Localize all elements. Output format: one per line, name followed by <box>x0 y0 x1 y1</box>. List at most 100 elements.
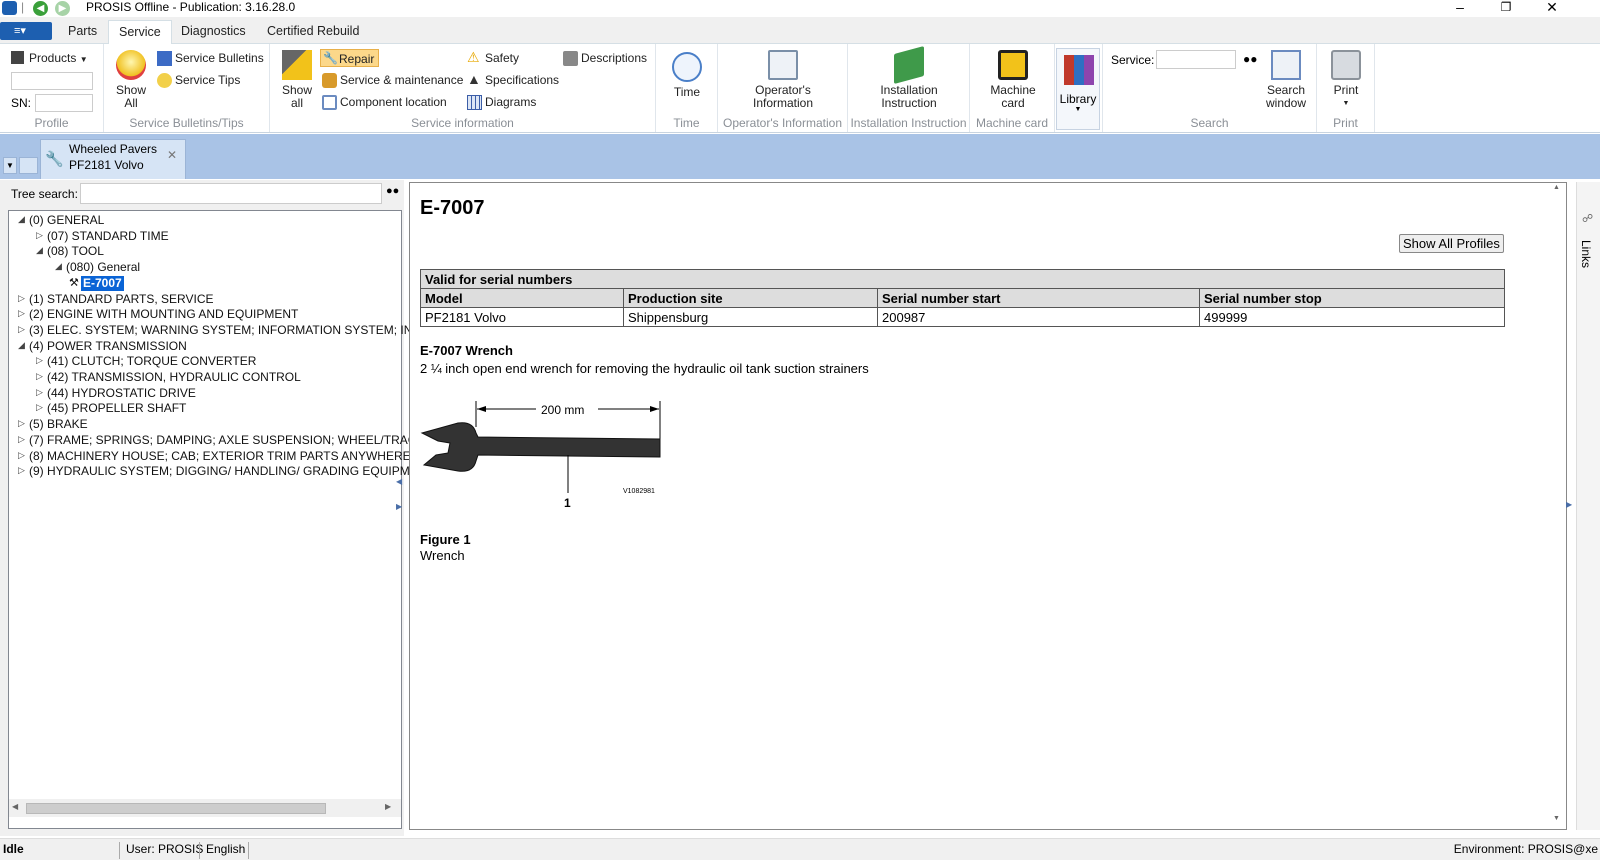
tree-collapse-icon[interactable]: ◢ <box>18 340 25 351</box>
tree-node-selected[interactable]: E-7007 <box>81 275 124 291</box>
library-button[interactable]: Library ▼ <box>1056 48 1100 130</box>
tree-collapse-icon[interactable]: ◢ <box>18 214 25 225</box>
serial-table-wrapper: Valid for serial numbers Model Productio… <box>420 269 1505 327</box>
tab-close-icon[interactable]: ✕ <box>167 148 177 162</box>
back-icon[interactable]: ◀ <box>33 1 48 16</box>
scroll-thumb[interactable] <box>26 803 326 814</box>
group-label-service-information: Service information <box>411 116 514 130</box>
tree-node[interactable]: (08) TOOL <box>47 244 104 259</box>
tree-search-binoculars-icon[interactable]: ●● <box>386 185 399 197</box>
splitter-arrow-right-icon[interactable]: ▶ <box>396 502 402 511</box>
forward-icon[interactable]: ▶ <box>55 1 70 16</box>
tree-node[interactable]: (41) CLUTCH; TORQUE CONVERTER <box>47 354 256 369</box>
installation-instruction-button[interactable]: Installation Instruction <box>864 45 954 110</box>
installation-label-2: Instruction <box>881 96 937 110</box>
products-dropdown[interactable]: Products ▼ <box>11 49 88 67</box>
tab-certified-rebuild[interactable]: Certified Rebuild <box>257 20 369 44</box>
scroll-left-icon[interactable]: ◀ <box>12 802 18 811</box>
tree-expand-icon[interactable]: ▷ <box>18 465 25 476</box>
restore-icon[interactable]: ❐ <box>1483 0 1529 17</box>
service-tips-label: Service Tips <box>175 73 241 87</box>
print-button[interactable]: Print ▼ <box>1327 50 1365 110</box>
scroll-down-icon[interactable]: ▼ <box>1553 815 1560 822</box>
tree-expand-icon[interactable]: ▷ <box>18 450 25 461</box>
binoculars-icon[interactable]: ●● <box>1243 52 1258 66</box>
scroll-up-icon[interactable]: ▲ <box>1553 184 1560 191</box>
tree-expand-icon[interactable]: ▷ <box>36 387 43 398</box>
show-all-profiles-button[interactable]: Show All Profiles <box>1399 234 1504 253</box>
document-tab[interactable]: 🔧 Wheeled Pavers PF2181 Volvo ✕ <box>40 139 186 179</box>
splitter-arrow-icon[interactable]: ◀ <box>396 477 402 486</box>
new-tab-icon[interactable] <box>19 157 38 174</box>
sn-input[interactable] <box>35 94 93 112</box>
tree-node[interactable]: (42) TRANSMISSION, HYDRAULIC CONTROL <box>47 370 301 385</box>
search-window-button[interactable]: Search window <box>1263 50 1309 110</box>
app-menu-button[interactable]: ≡▾ <box>0 22 52 40</box>
tab-diagnostics[interactable]: Diagnostics <box>171 20 256 44</box>
safety-label: Safety <box>485 51 520 65</box>
tree-node[interactable]: (080) General <box>66 260 140 275</box>
tree-node[interactable]: (5) BRAKE <box>29 417 88 432</box>
tree-collapse-icon[interactable]: ◢ <box>55 261 62 272</box>
group-search: Service: ●● Search window Search <box>1102 44 1317 132</box>
component-location-button[interactable]: Component location <box>322 93 447 111</box>
specifications-button[interactable]: ▲ Specifications <box>467 71 559 89</box>
scroll-right-icon[interactable]: ▶ <box>385 802 391 811</box>
tree-node[interactable]: (0) GENERAL <box>29 213 104 228</box>
tree-expand-icon[interactable]: ▷ <box>18 293 25 304</box>
descriptions-button[interactable]: Descriptions <box>563 49 647 67</box>
table-row: PF2181 Volvo Shippensburg 200987 499999 <box>420 307 1505 327</box>
open-book-icon <box>768 50 798 80</box>
vertical-scrollbar[interactable]: ▲ ▼ <box>1549 183 1566 829</box>
service-tips-button[interactable]: Service Tips <box>157 71 240 89</box>
tab-parts[interactable]: Parts <box>58 20 107 44</box>
tree-expand-icon[interactable]: ▷ <box>36 230 43 241</box>
profile-input[interactable] <box>11 72 93 90</box>
tab-list-dropdown-icon[interactable]: ▼ <box>3 157 17 174</box>
tree-expand-icon[interactable]: ▷ <box>18 308 25 319</box>
tree-node[interactable]: (45) PROPELLER SHAFT <box>47 401 186 416</box>
service-search-input[interactable] <box>1156 50 1236 69</box>
links-splitter-icon[interactable]: ▶ <box>1566 500 1572 509</box>
tree-search-input[interactable] <box>80 183 382 204</box>
tree-expand-icon[interactable]: ▷ <box>36 371 43 382</box>
printer-icon <box>1331 50 1361 80</box>
time-button[interactable]: Time <box>668 52 706 99</box>
status-separator <box>199 842 200 859</box>
operators-information-button[interactable]: Operator's Information <box>743 50 823 110</box>
col-serial-stop: Serial number stop <box>1199 288 1505 308</box>
library-books-icon <box>1064 55 1094 85</box>
wrench-shape <box>420 422 661 472</box>
tree-expand-icon[interactable]: ▷ <box>18 434 25 445</box>
tree-node[interactable]: (8) MACHINERY HOUSE; CAB; EXTERIOR TRIM … <box>29 449 411 464</box>
close-icon[interactable]: ✕ <box>1529 0 1575 17</box>
tree-expand-icon[interactable]: ▷ <box>18 418 25 429</box>
tree-node[interactable]: (3) ELEC. SYSTEM; WARNING SYSTEM; INFORM… <box>29 323 445 338</box>
tree-node[interactable]: (7) FRAME; SPRINGS; DAMPING; AXLE SUSPEN… <box>29 433 436 448</box>
tree-expand-icon[interactable]: ▷ <box>36 355 43 366</box>
show-all-bulletins-button[interactable]: Show All <box>112 50 150 110</box>
app-menu-icon: ≡▾ <box>14 25 26 37</box>
tree-expand-icon[interactable]: ▷ <box>36 402 43 413</box>
tree-collapse-icon[interactable]: ◢ <box>36 245 43 256</box>
links-side-tab[interactable]: ☍ Links <box>1576 182 1600 830</box>
service-bulletins-button[interactable]: Service Bulletins <box>157 49 264 67</box>
show-all-service-button[interactable]: Show all <box>278 50 316 110</box>
machine-card-button[interactable]: Machine card <box>978 50 1048 110</box>
horizontal-scrollbar[interactable]: ◀ ▶ <box>9 799 401 817</box>
tree-node[interactable]: (07) STANDARD TIME <box>47 229 169 244</box>
tree-node[interactable]: (4) POWER TRANSMISSION <box>29 339 187 354</box>
tab-service[interactable]: Service <box>108 20 172 45</box>
tree-node[interactable]: (44) HYDROSTATIC DRIVE <box>47 386 196 401</box>
tree-node[interactable]: (2) ENGINE WITH MOUNTING AND EQUIPMENT <box>29 307 298 322</box>
col-model: Model <box>420 288 624 308</box>
service-maintenance-button[interactable]: Service & maintenance <box>322 71 463 89</box>
safety-button[interactable]: ⚠ Safety <box>467 49 519 67</box>
tree-node[interactable]: (9) HYDRAULIC SYSTEM; DIGGING/ HANDLING/… <box>29 464 430 479</box>
repair-button[interactable]: 🔧 Repair <box>320 49 380 67</box>
diagrams-button[interactable]: Diagrams <box>467 93 536 111</box>
tree-node[interactable]: (1) STANDARD PARTS, SERVICE <box>29 292 213 307</box>
tree-expand-icon[interactable]: ▷ <box>18 324 25 335</box>
tree-search-label: Tree search: <box>11 187 78 201</box>
minimize-icon[interactable]: – <box>1437 0 1483 17</box>
